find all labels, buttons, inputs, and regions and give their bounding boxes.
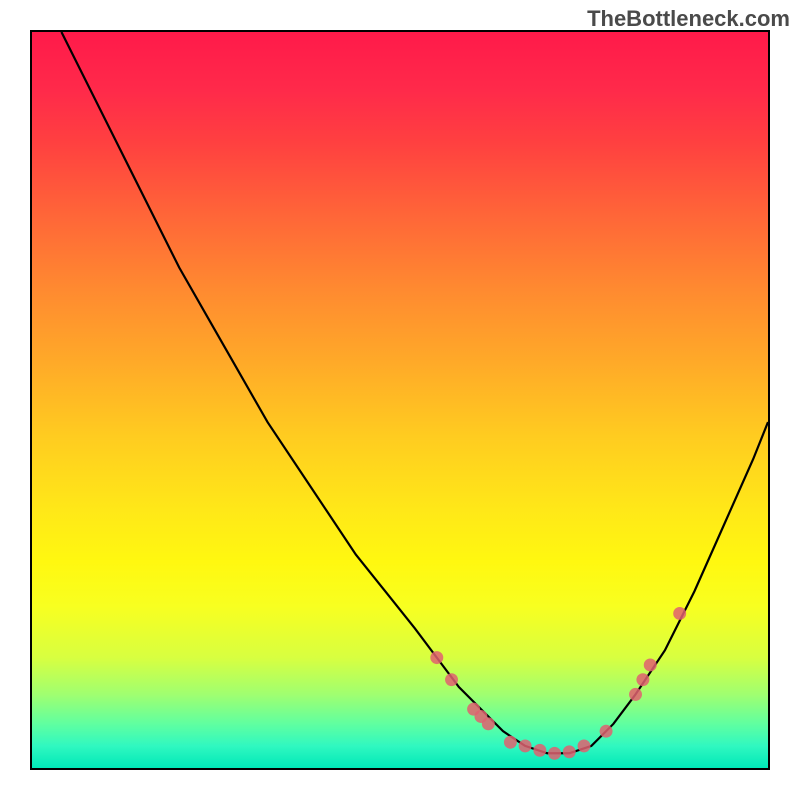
highlight-dot (482, 717, 495, 730)
plot-area (30, 30, 770, 770)
highlight-dot (445, 673, 458, 686)
bottleneck-curve (61, 32, 768, 753)
highlight-dot (430, 651, 443, 664)
highlight-dot (644, 658, 657, 671)
chart-container: TheBottleneck.com (0, 0, 800, 800)
highlight-dot (636, 673, 649, 686)
highlight-dot (504, 736, 517, 749)
highlight-dot (519, 739, 532, 752)
highlight-dot (563, 745, 576, 758)
highlight-dot (578, 739, 591, 752)
watermark-text: TheBottleneck.com (587, 6, 790, 32)
highlight-dot (533, 744, 546, 757)
highlight-dot (629, 688, 642, 701)
curve-svg (32, 32, 768, 768)
highlight-dots-group (430, 607, 686, 760)
highlight-dot (673, 607, 686, 620)
highlight-dot (548, 747, 561, 760)
highlight-dot (600, 725, 613, 738)
